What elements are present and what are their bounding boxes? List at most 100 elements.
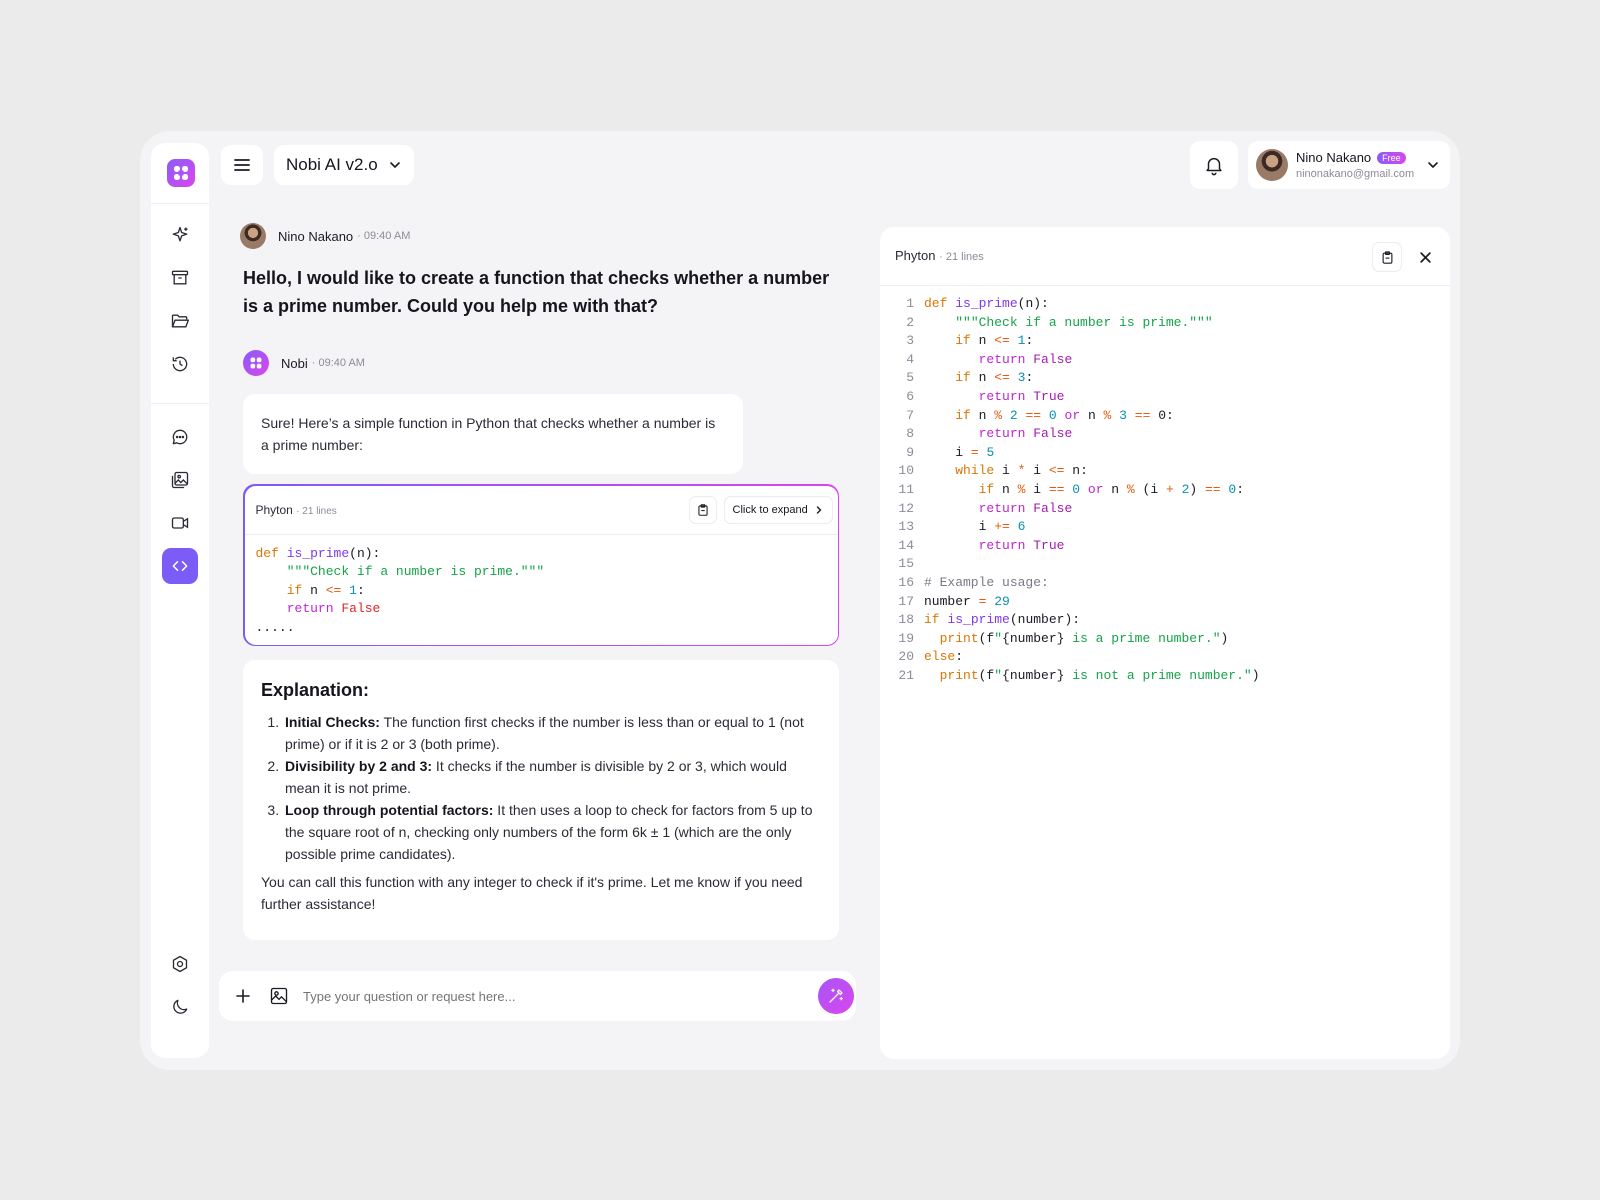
explanation-closing: You can call this function with any inte… [261, 874, 803, 912]
code-line: i = 5 [924, 444, 995, 460]
line-number: 9 [906, 444, 914, 460]
sidebar-item-settings[interactable] [162, 946, 198, 982]
magic-wand-icon [829, 988, 844, 1003]
line-number: 4 [906, 351, 914, 367]
bot-message-header: Nobi · 09:40 AM [243, 350, 365, 376]
archive-icon [171, 270, 189, 285]
code-line: number = 29 [924, 593, 1010, 609]
copy-code-button[interactable] [1372, 242, 1402, 272]
line-number: 7 [906, 407, 914, 423]
sidebar-item-video[interactable] [162, 505, 198, 541]
menu-button[interactable] [221, 145, 263, 185]
sidebar-item-chat[interactable] [162, 419, 198, 455]
sidebar-item-sparkle[interactable] [162, 217, 198, 253]
code-line: return True [978, 537, 1065, 553]
explanation-item: Initial Checks: The function first check… [283, 711, 821, 755]
sidebar-item-archive[interactable] [162, 260, 198, 296]
line-number: 21 [898, 667, 914, 683]
chevron-down-icon [1428, 162, 1438, 168]
copy-code-button[interactable] [688, 495, 717, 524]
code-line: # Example usage: [924, 574, 1049, 590]
line-number: 20 [898, 649, 914, 665]
code-body: def is_prime(n): """Check if a number is… [924, 295, 1260, 685]
close-panel-button[interactable] [1410, 242, 1440, 272]
expand-code-button[interactable]: Click to expand [723, 495, 833, 524]
sidebar-item-code[interactable] [162, 548, 198, 584]
line-number: 18 [898, 612, 914, 628]
bot-intro-text: Sure! Here’s a simple function in Python… [261, 415, 716, 453]
user-message-header: Nino Nakano · 09:40 AM [240, 223, 410, 249]
line-number: 15 [898, 556, 914, 572]
sidebar-divider [151, 403, 209, 404]
image-gallery-icon [171, 471, 189, 489]
code-line: def is_prime(n): [255, 545, 381, 561]
user-message-text: Hello, I would like to create a function… [243, 268, 830, 316]
panel-divider [880, 285, 1450, 286]
bot-intro-bubble: Sure! Here’s a simple function in Python… [243, 394, 743, 474]
code-line: """Check if a number is prime.""" [286, 564, 545, 580]
user-avatar [1256, 149, 1288, 181]
message-time: · 09:40 AM [311, 357, 365, 369]
line-number: 11 [898, 481, 914, 497]
chat-icon [172, 429, 188, 445]
add-attachment-button[interactable] [231, 984, 255, 1008]
chat-input[interactable] [303, 984, 783, 1008]
message-time: · 09:40 AM [357, 230, 411, 242]
bot-avatar [243, 350, 269, 376]
line-number: 8 [906, 426, 914, 442]
code-language: Phyton [255, 502, 293, 517]
image-icon [270, 987, 288, 1005]
model-selector[interactable]: Nobi AI v2.o [274, 145, 414, 185]
explanation-item: Loop through potential factors: It then … [283, 799, 821, 865]
line-number: 3 [906, 333, 914, 349]
line-number: 12 [898, 500, 914, 516]
hamburger-icon [234, 159, 250, 171]
moon-icon [173, 999, 188, 1014]
code-line: return False [978, 426, 1073, 442]
code-language: Phyton [895, 248, 936, 263]
app-window: Nobi AI v2.o Nino Nakano Free ninonakano… [140, 131, 1460, 1070]
code-line-count: · 21 lines [939, 251, 984, 263]
line-number: 19 [898, 630, 914, 646]
sidebar-item-gallery[interactable] [162, 462, 198, 498]
sidebar-item-theme[interactable] [162, 989, 198, 1025]
code-line: print(f"{number} is a prime number.") [939, 630, 1229, 646]
expand-label: Click to expand [732, 503, 808, 516]
sidebar-divider [151, 203, 209, 204]
close-icon [1419, 251, 1431, 263]
folder-open-icon [171, 314, 189, 328]
code-line: i += 6 [924, 519, 1026, 535]
user-profile-menu[interactable]: Nino Nakano Free ninonakano@gmail.com [1248, 141, 1450, 189]
video-icon [171, 517, 189, 529]
chevron-right-icon [816, 505, 822, 514]
logo-icon [174, 166, 188, 180]
code-ellipsis: ..... [255, 619, 295, 635]
code-line: if n <= 1: [955, 333, 1034, 349]
add-image-button[interactable] [267, 984, 291, 1008]
code-line: if is_prime(number): [924, 612, 1081, 628]
line-number: 1 [906, 296, 914, 311]
chat-input-bar [219, 971, 856, 1021]
code-line: if n <= 3: [955, 370, 1034, 386]
line-numbers: 1 2 3 4 5 6 7 8 9 10 11 12 13 14 15 16 1… [894, 295, 914, 685]
send-button[interactable] [818, 978, 854, 1014]
logo-icon [250, 357, 262, 369]
sidebar-item-history[interactable] [162, 346, 198, 382]
sparkle-icon [172, 226, 188, 242]
line-number: 13 [898, 519, 914, 535]
sidebar-item-folder[interactable] [162, 303, 198, 339]
settings-icon [172, 955, 188, 973]
plus-icon [236, 989, 250, 1003]
line-number: 14 [898, 537, 914, 553]
line-number: 17 [898, 593, 914, 609]
app-logo[interactable] [167, 159, 195, 187]
chevron-down-icon [389, 162, 400, 168]
notifications-button[interactable] [1190, 141, 1238, 189]
code-snippet-card[interactable]: Phyton · 21 lines Click to expand def is… [243, 484, 839, 646]
line-number: 10 [898, 463, 914, 479]
code-line: def is_prime(n): [924, 296, 1049, 311]
line-number: 5 [906, 370, 914, 386]
code-line: if n <= 1: [286, 582, 365, 598]
code-preview: def is_prime(n): """Check if a number is… [256, 545, 545, 638]
